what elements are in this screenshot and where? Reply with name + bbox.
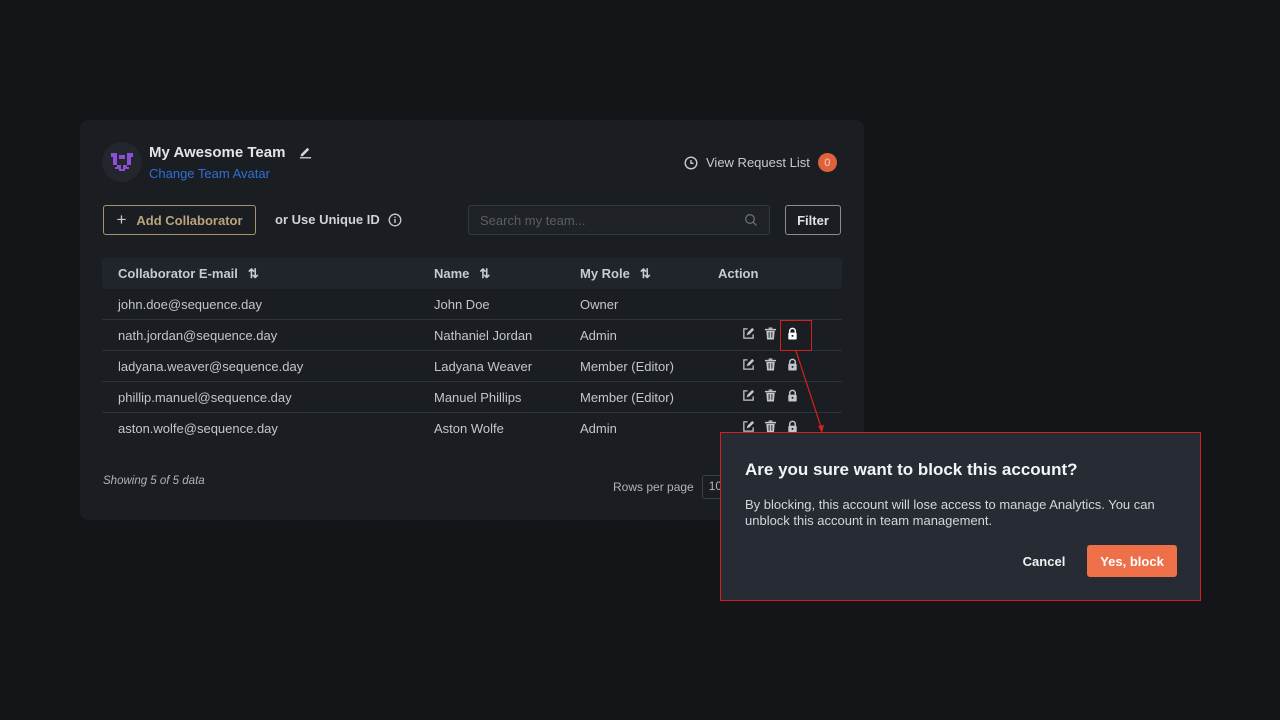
cancel-button[interactable]: Cancel xyxy=(1009,545,1079,577)
confirm-block-button[interactable]: Yes, block xyxy=(1087,545,1177,577)
dialog-title: Are you sure want to block this account? xyxy=(745,460,1078,479)
block-account-dialog: Are you sure want to block this account?… xyxy=(720,432,1201,601)
annotation-arrow xyxy=(795,350,824,433)
dialog-body: By blocking, this account will lose acce… xyxy=(745,497,1155,528)
